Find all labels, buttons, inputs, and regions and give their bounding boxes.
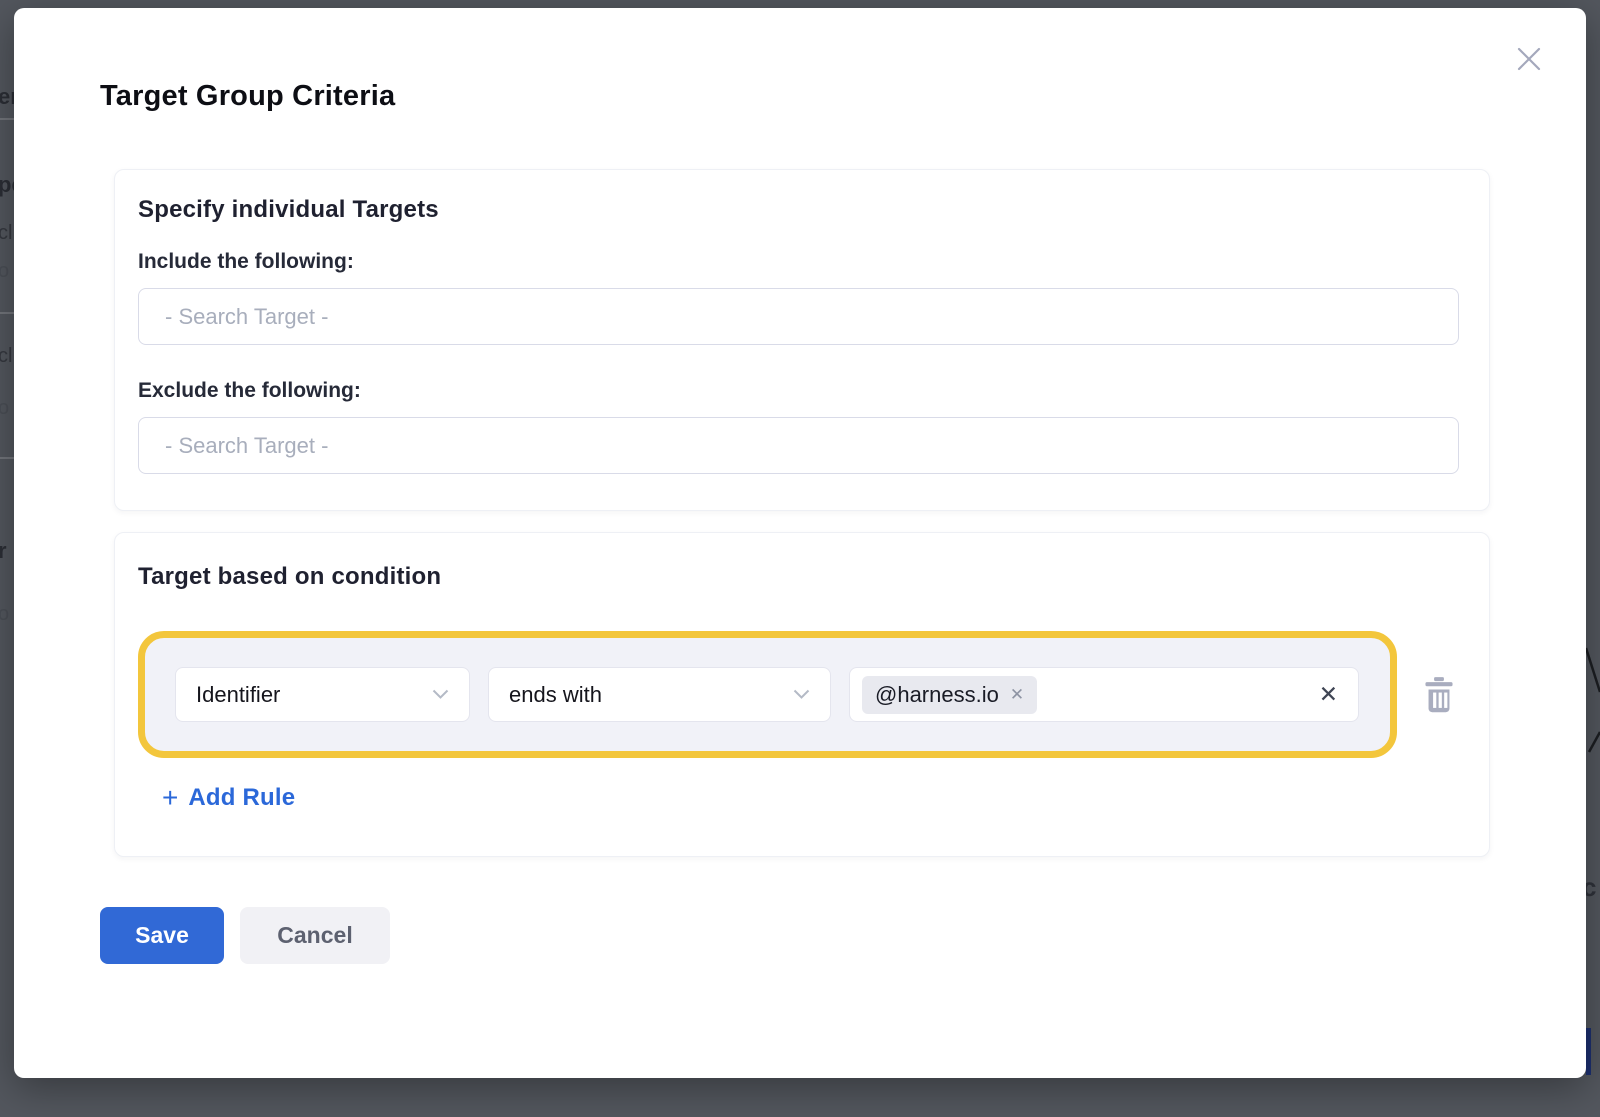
include-target-search-input[interactable] — [138, 288, 1459, 345]
background-accent-bar — [1586, 1028, 1591, 1075]
modal-title: Target Group Criteria — [14, 8, 1586, 113]
delete-rule-icon[interactable] — [1423, 676, 1455, 714]
rule-values-input[interactable]: @harness.io ✕ ✕ — [849, 667, 1359, 722]
operator-select[interactable]: ends with — [488, 667, 831, 722]
background-text-fragment: er — [0, 84, 14, 110]
section-heading-individual-targets: Specify individual Targets — [138, 196, 1459, 224]
value-chip-label: @harness.io — [875, 682, 999, 708]
operator-select-value: ends with — [509, 682, 602, 708]
background-text-fragment: o — [0, 603, 9, 626]
chevron-down-icon — [793, 689, 810, 700]
attribute-select[interactable]: Identifier — [175, 667, 470, 722]
exclude-target-search-input[interactable] — [138, 417, 1459, 474]
background-text-fragment: o — [0, 397, 9, 420]
save-button[interactable]: Save — [100, 907, 224, 964]
background-text-fragment: cl — [0, 222, 12, 245]
section-heading-condition: Target based on condition — [138, 563, 1459, 591]
background-text-fragment: pe — [0, 172, 14, 198]
target-group-criteria-modal: Target Group Criteria Specify individual… — [14, 8, 1586, 1078]
attribute-select-value: Identifier — [196, 682, 280, 708]
background-line-fragment — [1586, 640, 1600, 770]
plus-icon: + — [162, 784, 178, 812]
rule-row: Identifier ends with @harness.io ✕ — [138, 631, 1459, 758]
clear-values-icon[interactable]: ✕ — [1319, 683, 1338, 706]
add-rule-label: Add Rule — [188, 784, 295, 812]
chevron-down-icon — [432, 689, 449, 700]
exclude-label: Exclude the following: — [138, 379, 1459, 403]
modal-footer: Save Cancel — [100, 907, 1586, 964]
chip-remove-icon[interactable]: ✕ — [1010, 686, 1024, 703]
background-right-strip: c — [1586, 0, 1600, 1117]
background-text-fragment: r — [0, 538, 7, 564]
individual-targets-section: Specify individual Targets Include the f… — [114, 169, 1490, 511]
rule-row-highlight: Identifier ends with @harness.io ✕ — [138, 631, 1397, 758]
condition-section: Target based on condition Identifier end… — [114, 532, 1490, 857]
background-divider — [0, 457, 14, 459]
cancel-button[interactable]: Cancel — [240, 907, 390, 964]
close-icon[interactable] — [1510, 40, 1548, 78]
background-text-fragment: o — [0, 260, 9, 283]
add-rule-button[interactable]: + Add Rule — [162, 784, 295, 812]
background-text-fragment: cl — [0, 345, 12, 368]
background-text-fragment: c — [1586, 872, 1596, 903]
background-divider — [0, 312, 14, 314]
background-left-strip: er pe cl o cl o r o — [0, 0, 14, 1117]
include-label: Include the following: — [138, 250, 1459, 274]
background-divider — [0, 118, 14, 120]
value-chip: @harness.io ✕ — [862, 676, 1037, 714]
